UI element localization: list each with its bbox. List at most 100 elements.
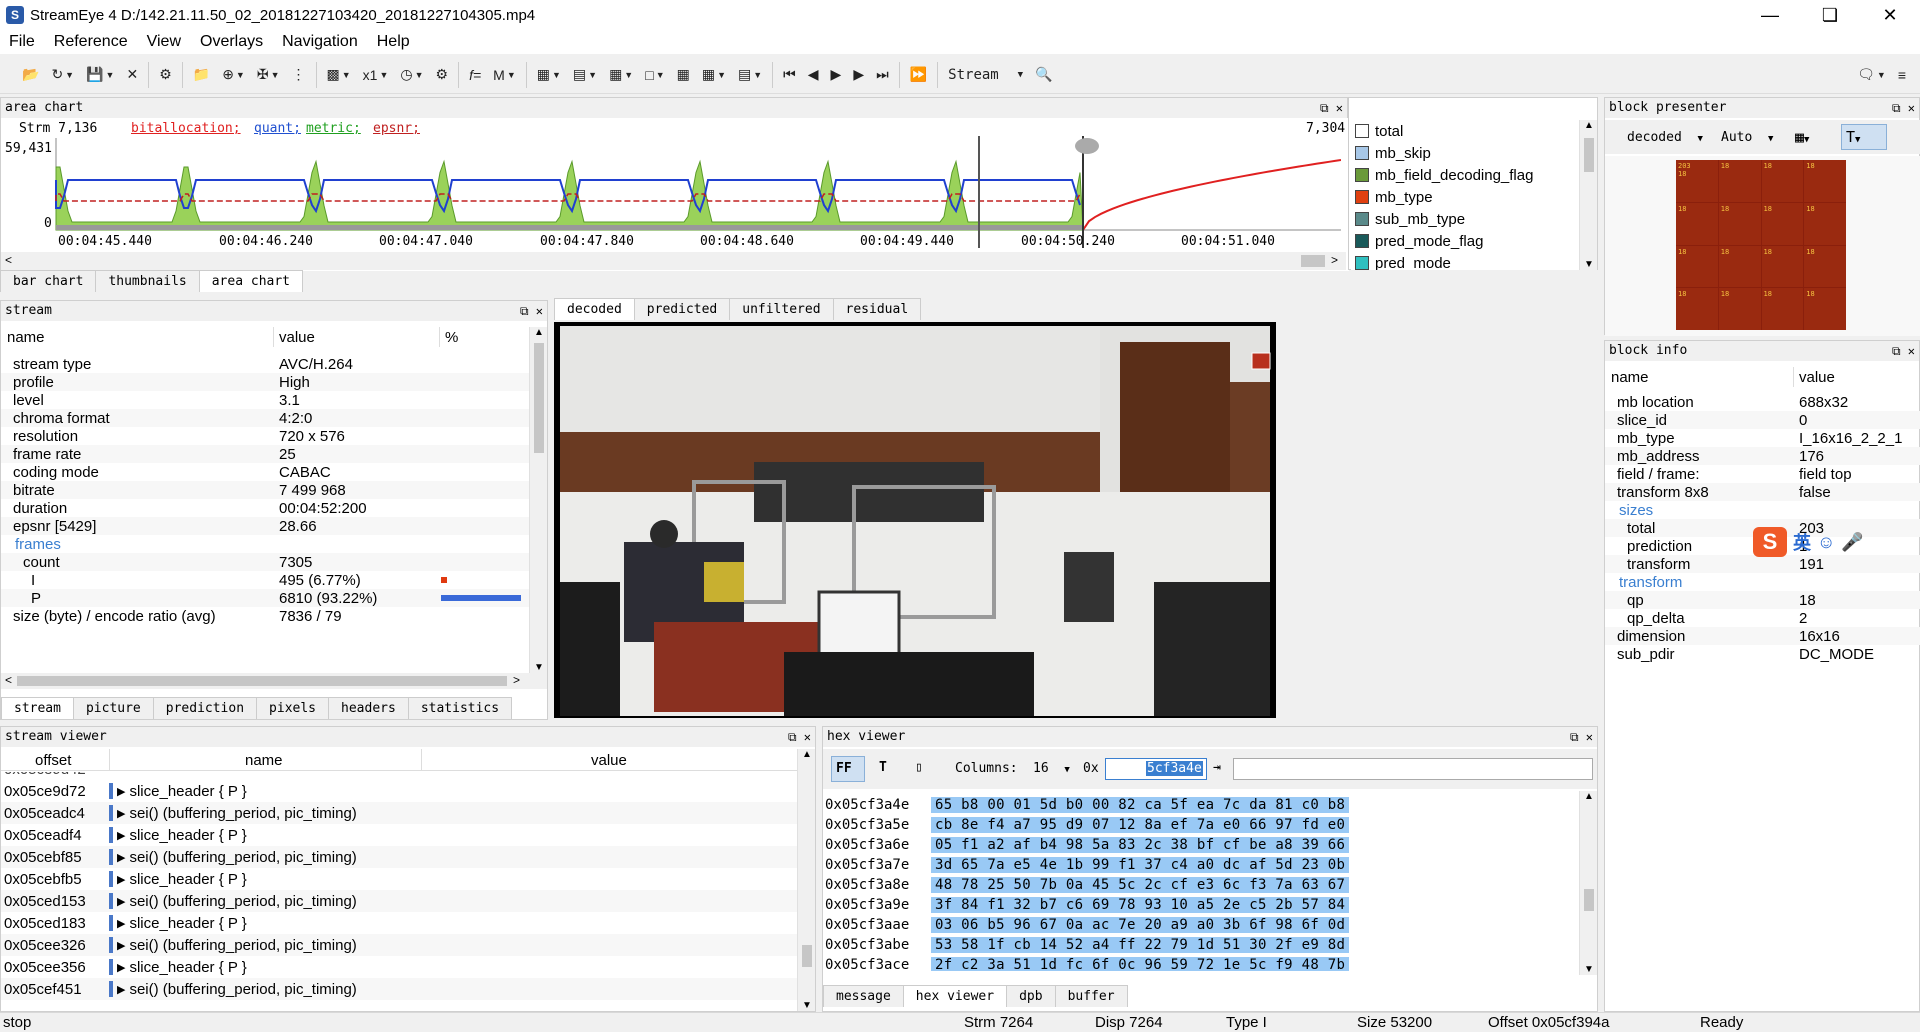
block-cell[interactable]: 18 bbox=[1718, 288, 1761, 330]
hex-row[interactable]: 0x05cf3a6e 05 f1 a2 af b4 98 5a 83 2c 38 … bbox=[823, 835, 1579, 855]
hex-bytes[interactable]: 3d 65 7a e5 4e 1b 99 f1 37 c4 a0 dc af 5… bbox=[931, 857, 1350, 873]
menu-overlays[interactable]: Overlays bbox=[191, 33, 273, 51]
stream-v-scrollbar[interactable]: ▲ ▼ bbox=[529, 327, 547, 673]
block-info-row[interactable]: sub_pdir DC_MODE bbox=[1605, 645, 1920, 663]
block-cell[interactable]: 18 bbox=[1676, 288, 1718, 330]
hex-bytes[interactable]: 48 78 25 50 7b 0a 45 5c 2c cf e3 6c f3 7… bbox=[931, 877, 1350, 893]
stream-viewer-row[interactable]: 0x05cef451 ▶ sei() (buffering_period, pic_… bbox=[1, 978, 797, 1000]
hex-bytes[interactable]: 03 06 b5 96 67 0a ac 7e 20 a9 a0 3b 6f 9… bbox=[931, 917, 1350, 933]
zoom-dropdown[interactable]: x1 ▼ bbox=[357, 61, 395, 89]
mode-dropdown[interactable]: decoded ▼ bbox=[1627, 130, 1703, 145]
stream-viewer-row[interactable]: 0x05cebf85 ▶ sei() (buffering_period, pic_… bbox=[1, 846, 797, 868]
stream-row[interactable]: level 3.1 bbox=[1, 391, 529, 409]
hex-row[interactable]: 0x05cf3a7e 3d 65 7a e5 4e 1b 99 f1 37 c4 … bbox=[823, 855, 1579, 875]
tab-decoded[interactable]: decoded bbox=[554, 298, 635, 320]
sogou-ime-icon[interactable]: S bbox=[1753, 527, 1787, 557]
menu-help[interactable]: Help bbox=[368, 33, 420, 51]
block-cell[interactable]: 18 bbox=[1761, 288, 1804, 330]
auto-dropdown[interactable]: Auto ▼ bbox=[1721, 130, 1773, 145]
expand-arrow-icon[interactable]: ▶ bbox=[117, 983, 125, 996]
target-icon[interactable]: ⊕ ▼ bbox=[216, 61, 251, 89]
cursor-handle[interactable] bbox=[1075, 138, 1099, 154]
save-icon[interactable]: 💾 ▼ bbox=[80, 61, 120, 89]
hex-bytes[interactable]: 3f 84 f1 32 b7 c6 69 78 93 10 a5 2e c5 2… bbox=[931, 897, 1350, 913]
tab-stream[interactable]: stream bbox=[1, 697, 74, 719]
block-cell[interactable]: 18 bbox=[1761, 160, 1804, 202]
block-info-row[interactable]: sizes bbox=[1605, 501, 1920, 519]
function-icon[interactable]: f= bbox=[463, 61, 487, 89]
legend-scrollbar[interactable]: ▲ ▼ bbox=[1579, 120, 1597, 270]
hex-goto-icon[interactable]: ⇥ bbox=[1213, 760, 1221, 775]
reload-icon[interactable]: ↻ ▼ bbox=[45, 61, 80, 89]
stream-viewer-row[interactable]: 0x05cee356 ▶ slice_header { P } bbox=[1, 956, 797, 978]
prev-frame-icon[interactable]: ◀ bbox=[802, 61, 825, 89]
tab-pixels[interactable]: pixels bbox=[256, 697, 330, 719]
hex-bytes[interactable]: 05 f1 a2 af b4 98 5a 83 2c 38 bf cf be a… bbox=[931, 837, 1350, 853]
expand-arrow-icon[interactable]: ▶ bbox=[117, 807, 125, 820]
last-frame-icon[interactable]: ⏭ bbox=[870, 61, 895, 89]
block-cell[interactable]: 18 bbox=[1676, 202, 1718, 245]
ime-mic-icon[interactable]: 🎤 bbox=[1841, 532, 1863, 553]
block-cell[interactable]: 18 bbox=[1804, 245, 1846, 288]
hex-columns-icon[interactable]: ▯ bbox=[915, 760, 923, 775]
block-col-value[interactable]: value bbox=[1799, 369, 1835, 386]
block-info-row[interactable]: transform 8x8 false bbox=[1605, 483, 1920, 501]
stream-row[interactable]: frame rate 25 bbox=[1, 445, 529, 463]
hex-row[interactable]: 0x05cf3a9e 3f 84 f1 32 b7 c6 69 78 93 10 … bbox=[823, 895, 1579, 915]
expand-arrow-icon[interactable]: ▶ bbox=[117, 895, 125, 908]
decoded-frame-view[interactable] bbox=[554, 322, 1276, 718]
expand-arrow-icon[interactable]: ▶ bbox=[117, 961, 125, 974]
stream-viewer-row[interactable]: 0x05ced153 ▶ sei() (buffering_period, pic_… bbox=[1, 890, 797, 912]
menu-reference[interactable]: Reference bbox=[45, 33, 138, 51]
hex-row[interactable]: 0x05cf3a8e 48 78 25 50 7b 0a 45 5c 2c cf … bbox=[823, 875, 1579, 895]
stream-row[interactable]: duration 00:04:52:200 bbox=[1, 499, 529, 517]
stream-row[interactable]: stream type AVC/H.264 bbox=[1, 355, 529, 373]
bar-chart-icon[interactable]: ▩ ▼ bbox=[321, 61, 357, 89]
block-info-row[interactable]: dimension 16x16 bbox=[1605, 627, 1920, 645]
more-menu-icon[interactable]: ≡ bbox=[1892, 61, 1912, 89]
overlay-blocks-icon[interactable]: ▦ ▼ bbox=[696, 61, 732, 89]
close-button[interactable]: ✕ bbox=[1860, 0, 1920, 30]
block-cell[interactable]: 18 bbox=[1718, 160, 1761, 202]
block-cell[interactable]: 18 bbox=[1804, 202, 1846, 245]
col-name[interactable]: name bbox=[7, 329, 45, 346]
legend-item[interactable]: sub_mb_type bbox=[1351, 208, 1579, 230]
pin-icon[interactable]: ✠ ▼ bbox=[251, 61, 286, 89]
stream-h-scrollbar[interactable]: < > bbox=[1, 673, 547, 689]
hex-ff-button[interactable]: FF bbox=[831, 756, 865, 782]
settings-gear-icon[interactable]: ⚙ bbox=[153, 61, 178, 89]
area-chart-canvas[interactable]: Strm 7,136 bitallocation; quant; metric;… bbox=[1, 118, 1349, 271]
block-cell[interactable]: 18 bbox=[1676, 245, 1718, 288]
stream-viewer-row[interactable]: 0x05ce9d72 ▶ slice_header { P } bbox=[1, 780, 797, 802]
close-file-icon[interactable]: ✕ bbox=[120, 61, 144, 89]
stream-row[interactable]: bitrate 7 499 968 bbox=[1, 481, 529, 499]
hex-scrollbar[interactable]: ▲ ▼ bbox=[1579, 791, 1597, 975]
expand-arrow-icon[interactable]: ▶ bbox=[117, 829, 125, 842]
legend-item[interactable]: pred_mode_flag bbox=[1351, 230, 1579, 252]
stream-row[interactable]: P 6810 (93.22%) bbox=[1, 589, 529, 607]
hex-columns-dropdown[interactable]: 16 ▼ bbox=[1033, 761, 1070, 776]
overlay-partition-icon[interactable]: ▤ ▼ bbox=[567, 61, 603, 89]
stream-row[interactable]: count 7305 bbox=[1, 553, 529, 571]
hex-text-button[interactable]: T bbox=[879, 760, 887, 775]
block-info-row[interactable]: slice_id 0 bbox=[1605, 411, 1920, 429]
stream-viewer-row[interactable]: 0x05ced183 ▶ slice_header { P } bbox=[1, 912, 797, 934]
menu-view[interactable]: View bbox=[138, 33, 191, 51]
legend-item[interactable]: pred_mode bbox=[1351, 252, 1579, 270]
next-frame-icon[interactable]: ▶ bbox=[847, 61, 870, 89]
expand-arrow-icon[interactable]: ▶ bbox=[117, 917, 125, 930]
tab-statistics[interactable]: statistics bbox=[407, 697, 513, 719]
play-icon[interactable]: ▶ bbox=[825, 61, 848, 89]
sliders-icon[interactable]: ⋮ bbox=[286, 61, 312, 89]
tab-headers[interactable]: headers bbox=[328, 697, 409, 719]
stream-row[interactable]: coding mode CABAC bbox=[1, 463, 529, 481]
block-cell[interactable]: 18 bbox=[1804, 160, 1846, 202]
tab-area-chart[interactable]: area chart bbox=[198, 270, 304, 292]
stream-row[interactable]: size (byte) / encode ratio (avg) 7836 / 7… bbox=[1, 607, 529, 625]
stream-viewer-row[interactable]: 0x05ceadf4 ▶ slice_header { P } bbox=[1, 824, 797, 846]
first-frame-icon[interactable]: ⏮ bbox=[777, 61, 802, 89]
timer-icon[interactable]: ◷ ▼ bbox=[394, 61, 429, 89]
block-info-row[interactable]: qp 18 bbox=[1605, 591, 1920, 609]
stream-row[interactable]: resolution 720 x 576 bbox=[1, 427, 529, 445]
menu-navigation[interactable]: Navigation bbox=[273, 33, 368, 51]
